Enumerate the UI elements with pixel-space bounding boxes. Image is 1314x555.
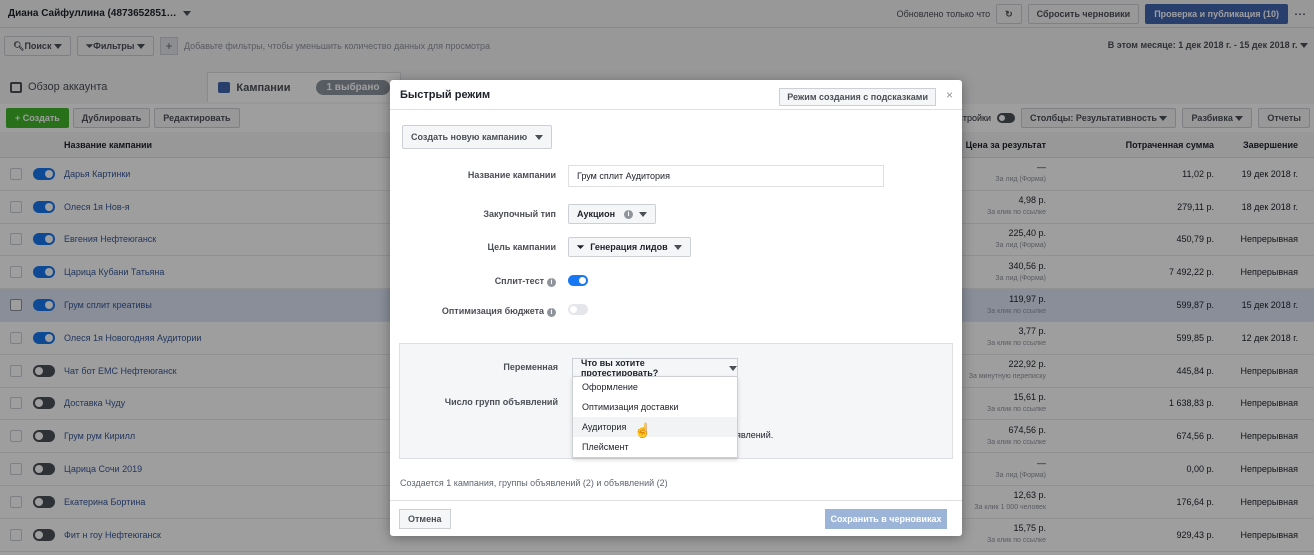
option-creative[interactable]: Оформление bbox=[573, 377, 737, 397]
new-campaign-select[interactable]: Создать новую кампанию bbox=[402, 125, 553, 149]
info-icon: i bbox=[547, 278, 556, 287]
objective-select[interactable]: ⏷ Генерация лидов bbox=[568, 237, 691, 257]
save-draft-button[interactable]: Сохранить в черновиках bbox=[825, 509, 947, 529]
dialog-footer-divider bbox=[390, 500, 962, 501]
variable-dropdown-menu: Оформление Оптимизация доставки Аудитори… bbox=[572, 376, 738, 458]
info-icon: i bbox=[624, 209, 634, 219]
variable-label: Переменная bbox=[503, 362, 558, 372]
close-icon[interactable]: × bbox=[946, 88, 953, 102]
chevron-down-icon bbox=[729, 365, 737, 371]
adsets-hint-text: явлений. bbox=[736, 430, 774, 440]
chevron-down-icon bbox=[673, 244, 682, 250]
info-icon: i bbox=[547, 308, 556, 317]
campaign-name-label: Название кампании bbox=[467, 170, 556, 180]
adsets-count-label: Число групп объявлений bbox=[444, 397, 558, 407]
split-test-toggle[interactable] bbox=[568, 275, 588, 286]
split-test-label: Сплит-тест i bbox=[396, 276, 556, 287]
chevron-down-icon bbox=[639, 211, 648, 217]
buying-type-label: Закупочный тип bbox=[483, 209, 556, 219]
creation-summary: Создается 1 кампания, группы объявлений … bbox=[400, 478, 668, 488]
chevron-down-icon bbox=[535, 134, 544, 140]
campaign-name-input[interactable]: Грум сплит Аудитория bbox=[568, 165, 884, 187]
hand-cursor-icon: ☝ bbox=[634, 422, 652, 438]
guided-mode-button[interactable]: Режим создания с подсказками bbox=[779, 88, 936, 106]
option-placement[interactable]: Плейсмент bbox=[573, 437, 737, 457]
variable-select[interactable]: Что вы хотите протестировать? bbox=[572, 358, 738, 378]
buying-type-select[interactable]: Аукцион i bbox=[568, 204, 657, 224]
quick-create-dialog: Быстрый режим Режим создания с подсказка… bbox=[390, 80, 962, 536]
funnel-icon: ⏷ bbox=[577, 241, 585, 252]
budget-optimization-label: Оптимизация бюджета i bbox=[396, 306, 556, 317]
option-audience[interactable]: Аудитория bbox=[573, 417, 737, 437]
budget-optimization-toggle[interactable] bbox=[568, 304, 588, 315]
objective-label: Цель кампании bbox=[487, 242, 556, 252]
option-delivery-optimization[interactable]: Оптимизация доставки bbox=[573, 397, 737, 417]
cancel-button[interactable]: Отмена bbox=[399, 509, 451, 529]
